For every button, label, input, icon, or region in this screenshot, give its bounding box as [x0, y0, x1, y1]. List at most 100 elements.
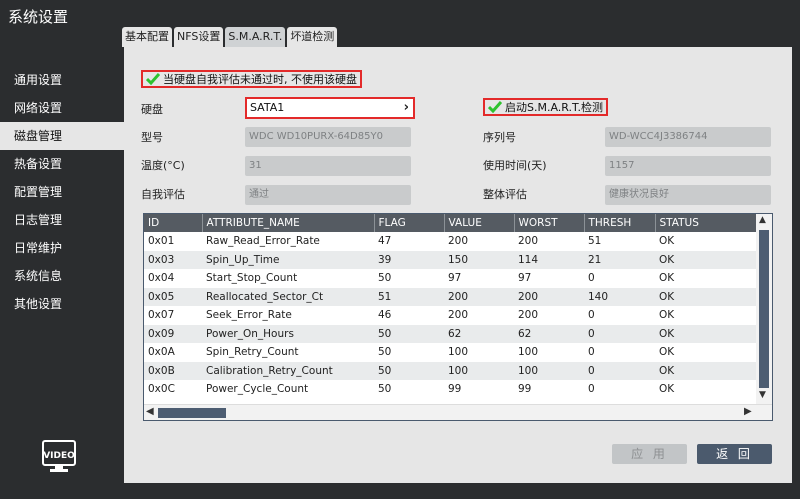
- sidebar-item-maintenance[interactable]: 日常维护: [0, 234, 124, 262]
- model-field: WDC WD10PURX-64D85Y0: [245, 127, 411, 147]
- table-row[interactable]: 0x0C Power_Cycle_Count 50 99 99 0 OK: [144, 380, 756, 399]
- sidebar-item-log[interactable]: 日志管理: [0, 206, 124, 234]
- sidebar-item-sysinfo[interactable]: 系统信息: [0, 262, 124, 290]
- table-cell: OK: [655, 324, 756, 343]
- tab-basic[interactable]: 基本配置: [122, 27, 172, 47]
- table-cell: 50: [374, 380, 444, 399]
- table-cell: 0x03: [144, 250, 202, 269]
- scroll-left-icon[interactable]: ◀: [146, 406, 154, 417]
- table-cell: 62: [514, 324, 584, 343]
- table-row[interactable]: 0x04 Start_Stop_Count 50 97 97 0 OK: [144, 269, 756, 288]
- table-cell: 99: [514, 380, 584, 399]
- overall-eval-label: 整体评估: [483, 188, 527, 201]
- table-cell: Power_Cycle_Count: [202, 380, 374, 399]
- sidebar-item-disk[interactable]: 磁盘管理: [0, 122, 124, 150]
- table-cell: 100: [514, 361, 584, 380]
- column-header[interactable]: VALUE: [444, 214, 515, 232]
- table-cell: Seek_Error_Rate: [202, 306, 374, 325]
- table-cell: 200: [514, 232, 584, 251]
- table-cell: OK: [655, 250, 756, 269]
- table-cell: 97: [514, 269, 584, 288]
- table-cell: 200: [444, 306, 514, 325]
- usage-time-label: 使用时间(天): [483, 159, 547, 172]
- column-header[interactable]: THRESH: [584, 214, 656, 232]
- back-button[interactable]: 返 回: [697, 444, 772, 464]
- table-cell: 0x0A: [144, 343, 202, 362]
- column-header[interactable]: FLAG: [374, 214, 445, 232]
- table-cell: 0: [584, 343, 655, 362]
- table-cell: 0x05: [144, 287, 202, 306]
- table-cell: 97: [444, 269, 514, 288]
- table-cell: 100: [444, 343, 514, 362]
- table-cell: OK: [655, 343, 756, 362]
- sidebar-item-other[interactable]: 其他设置: [0, 290, 124, 318]
- enable-smart-checkbox[interactable]: 启动S.M.A.R.T.检测: [483, 98, 608, 116]
- table-row[interactable]: 0x0B Calibration_Retry_Count 50 100 100 0 OK: [144, 361, 756, 380]
- sidebar-item-config[interactable]: 配置管理: [0, 178, 124, 206]
- scroll-right-icon[interactable]: ▶: [744, 406, 752, 417]
- table-cell: 51: [584, 232, 655, 251]
- sidebar-item-general[interactable]: 通用设置: [0, 66, 124, 94]
- column-header[interactable]: ATTRIBUTE_NAME: [202, 214, 375, 232]
- table-row[interactable]: 0x09 Power_On_Hours 50 62 62 0 OK: [144, 324, 756, 343]
- self-eval-field: 通过: [245, 185, 411, 205]
- horizontal-scroll-thumb[interactable]: [158, 408, 226, 418]
- table-row[interactable]: 0x03 Spin_Up_Time 39 150 114 21 OK: [144, 250, 756, 269]
- disk-label: 硬盘: [141, 103, 163, 116]
- table-cell: 0x09: [144, 324, 202, 343]
- smart-attribute-table[interactable]: ID ATTRIBUTE_NAME FLAG VALUE WORST THRES…: [143, 213, 773, 421]
- check-icon: [488, 101, 502, 113]
- disk-select-value: SATA1: [250, 101, 285, 114]
- check-icon: [146, 73, 160, 85]
- table-cell: 0x04: [144, 269, 202, 288]
- table-header-row: ID ATTRIBUTE_NAME FLAG VALUE WORST THRES…: [144, 214, 757, 232]
- table-cell: Calibration_Retry_Count: [202, 361, 374, 380]
- tab-bad-sector[interactable]: 坏道检测: [287, 27, 338, 47]
- table-cell: OK: [655, 306, 756, 325]
- apply-button[interactable]: 应 用: [612, 444, 687, 464]
- temp-field: 31: [245, 156, 411, 176]
- tab-nfs[interactable]: NFS设置: [174, 27, 224, 47]
- disk-select[interactable]: SATA1 ›: [245, 97, 415, 119]
- table-cell: 200: [514, 306, 584, 325]
- horizontal-scrollbar[interactable]: ◀ ▶: [144, 404, 772, 420]
- table-cell: 0: [584, 380, 655, 399]
- column-header[interactable]: STATUS: [655, 214, 757, 232]
- tab-bar: 基本配置 NFS设置 S.M.A.R.T. 坏道检测: [122, 27, 339, 47]
- column-header[interactable]: ID: [144, 214, 203, 232]
- table-cell: 0: [584, 324, 655, 343]
- scroll-up-icon[interactable]: ▲: [759, 215, 766, 225]
- logo-text: VIDEO: [43, 451, 75, 461]
- table-cell: 50: [374, 324, 444, 343]
- table-cell: Power_On_Hours: [202, 324, 374, 343]
- table-cell: 0x0B: [144, 361, 202, 380]
- scroll-down-icon[interactable]: ▼: [759, 390, 766, 400]
- serial-label: 序列号: [483, 131, 516, 144]
- skip-failed-disk-label: 当硬盘自我评估未通过时, 不使用该硬盘: [163, 73, 357, 86]
- table-cell: 200: [444, 287, 514, 306]
- serial-field: WD-WCC4J3386744: [605, 127, 771, 147]
- sidebar: 通用设置 网络设置 磁盘管理 热备设置 配置管理 日志管理 日常维护 系统信息 …: [0, 66, 124, 318]
- skip-failed-disk-checkbox[interactable]: 当硬盘自我评估未通过时, 不使用该硬盘: [141, 70, 362, 88]
- table-cell: 100: [514, 343, 584, 362]
- tab-smart[interactable]: S.M.A.R.T.: [225, 27, 286, 47]
- table-row[interactable]: 0x01 Raw_Read_Error_Rate 47 200 200 51 OK: [144, 232, 756, 251]
- vertical-scroll-thumb[interactable]: [759, 230, 769, 388]
- table-row[interactable]: 0x0A Spin_Retry_Count 50 100 100 0 OK: [144, 343, 756, 362]
- self-eval-label: 自我评估: [141, 188, 185, 201]
- sidebar-item-hotspare[interactable]: 热备设置: [0, 150, 124, 178]
- table-cell: 47: [374, 232, 444, 251]
- window-title: 系统设置: [8, 8, 69, 26]
- table-row[interactable]: 0x07 Seek_Error_Rate 46 200 200 0 OK: [144, 306, 756, 325]
- table-row[interactable]: 0x05 Reallocated_Sector_Ct 51 200 200 140 OK: [144, 287, 756, 306]
- vertical-scrollbar[interactable]: ▲ ▼: [756, 214, 772, 404]
- sidebar-item-network[interactable]: 网络设置: [0, 94, 124, 122]
- column-header[interactable]: WORST: [514, 214, 585, 232]
- smart-panel: 当硬盘自我评估未通过时, 不使用该硬盘 硬盘 SATA1 › 启动S.M.A.R…: [124, 47, 792, 483]
- table-cell: 51: [374, 287, 444, 306]
- table-cell: 0x01: [144, 232, 202, 251]
- table-cell: 62: [444, 324, 514, 343]
- temp-label: 温度(°C): [141, 159, 185, 172]
- table-cell: 50: [374, 361, 444, 380]
- enable-smart-label: 启动S.M.A.R.T.检测: [505, 101, 603, 114]
